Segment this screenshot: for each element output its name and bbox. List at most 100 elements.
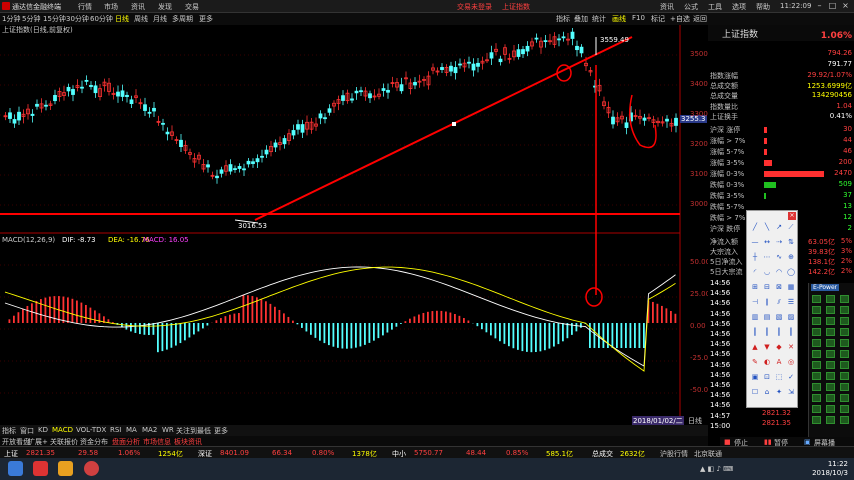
draw-tool-icon[interactable]: ⊟ [762,283,772,292]
epower-tool-icon[interactable] [826,350,835,358]
tab-rsi[interactable]: RSI [110,426,121,434]
epower-tool-icon[interactable] [812,328,821,336]
tool-f10[interactable]: F10 [632,14,645,22]
draw-tool-icon[interactable]: ┃ [774,328,784,337]
draw-tool-icon[interactable]: ↔ [762,238,772,247]
epower-tool-icon[interactable] [840,405,849,413]
epower-tool-icon[interactable] [826,328,835,336]
epower-tool-icon[interactable] [826,295,835,303]
epower-tool-icon[interactable] [812,416,821,424]
draw-tool-icon[interactable]: ∿ [774,253,784,262]
epower-tool-icon[interactable] [812,339,821,347]
draw-tool-icon[interactable]: ┃ [762,328,772,337]
draw-tool-icon[interactable]: ◡ [762,268,772,277]
epower-tool-icon[interactable] [840,339,849,347]
draw-tool-icon[interactable]: ✎ [750,358,760,367]
draw-tool-icon[interactable]: ☰ [786,298,796,307]
epower-tool-icon[interactable] [826,372,835,380]
draw-tool-icon[interactable]: ◜ [750,268,760,277]
tab-indicator[interactable]: 指标 [2,426,16,436]
tab-ma[interactable]: MA [126,426,137,434]
epower-tool-icon[interactable] [812,372,821,380]
period-15min[interactable]: 15分钟 [43,14,66,24]
draw-tool-icon[interactable]: ▧ [774,313,784,322]
draw-tool-icon[interactable]: ⬚ [774,373,784,382]
menu-shichang[interactable]: 市场 [104,2,118,12]
draw-tool-icon[interactable]: ┼ [750,253,760,262]
epower-tool-icon[interactable] [812,295,821,303]
tool-indicator[interactable]: 指标 [556,14,570,24]
epower-tool-icon[interactable] [840,383,849,391]
epower-tool-icon[interactable] [840,317,849,325]
draw-tool-icon[interactable]: ∥ [762,298,772,307]
epower-tool-icon[interactable] [826,361,835,369]
menu-xuanxiang[interactable]: 选项 [732,2,746,12]
draw-tool-icon[interactable]: ▼ [762,343,772,352]
draw-tool-icon[interactable]: ◆ [774,343,784,352]
draw-tool-icon[interactable]: ╲ [762,223,772,232]
draw-tool-icon[interactable]: ◯ [786,268,796,277]
epower-tool-icon[interactable] [812,405,821,413]
chrome-icon[interactable] [84,461,99,476]
period-30min[interactable]: 30分钟 [66,14,89,24]
draw-tool-icon[interactable]: ◐ [762,358,772,367]
tool-back[interactable]: 返回 [693,14,707,24]
kline-chart[interactable] [0,25,708,425]
draw-tool-icon[interactable]: A [774,358,784,367]
draw-tool-icon[interactable]: ⇲ [786,388,796,397]
draw-tool-icon[interactable]: ⊞ [750,283,760,292]
period-5min[interactable]: 5分钟 [22,14,40,24]
draw-tool-icon[interactable]: ◎ [786,358,796,367]
draw-tool-icon[interactable]: ✦ [774,388,784,397]
screen-icon[interactable]: ▣ [804,438,811,446]
stop-icon[interactable]: ■ [724,438,731,446]
trend-line-handle[interactable] [452,122,456,126]
tab-vol-tdx[interactable]: VOL-TDX [76,426,106,434]
epower-tool-icon[interactable] [840,295,849,303]
menu-bangzhu[interactable]: 帮助 [756,2,770,12]
draw-tool-icon[interactable]: ▣ [750,373,760,382]
menu-hangqing[interactable]: 行情 [78,2,92,12]
epower-tool-icon[interactable] [840,361,849,369]
epower-tool-icon[interactable] [840,416,849,424]
period-1min[interactable]: 1分钟 [2,14,20,24]
draw-tool-icon[interactable]: ✕ [786,343,796,352]
draw-tool-icon[interactable]: ⋯ [762,253,772,262]
epower-tool-icon[interactable] [826,306,835,314]
draw-tool-icon[interactable]: ▲ [750,343,760,352]
close-icon[interactable]: × [840,1,851,11]
draw-tool-icon[interactable]: ◠ [774,268,784,277]
epower-tool-icon[interactable] [812,306,821,314]
period-monthly[interactable]: 月线 [153,14,167,24]
tool-stats[interactable]: 统计 [592,14,606,24]
epower-tool-icon[interactable] [812,361,821,369]
draw-tool-icon[interactable]: ⫽ [774,298,784,307]
draw-tool-icon[interactable]: ☐ [750,388,760,397]
epower-tool-icon[interactable] [812,317,821,325]
epower-tool-icon[interactable] [840,372,849,380]
epower-tool-icon[interactable] [840,394,849,402]
tool-overlay[interactable]: 叠加 [574,14,588,24]
tab-macd[interactable]: MACD [52,426,73,434]
draw-tool-icon[interactable]: ⊠ [774,283,784,292]
pause-icon[interactable]: ▮▮ [764,438,772,446]
epower-tool-icon[interactable] [840,350,849,358]
maximize-icon[interactable]: □ [827,1,838,11]
tab-window[interactable]: 窗口 [20,426,34,436]
tab-follow-low[interactable]: 关注到最低 [176,426,211,436]
app-taskbar-icon[interactable] [33,461,48,476]
draw-tool-icon[interactable]: ▨ [786,313,796,322]
draw-tool-icon[interactable]: ⊡ [762,373,772,382]
epower-tool-icon[interactable] [826,416,835,424]
epower-tool-icon[interactable] [826,339,835,347]
menu-jiaoyi[interactable]: 交易 [185,2,199,12]
epower-tool-icon[interactable] [826,383,835,391]
tab-kd[interactable]: KD [38,426,48,434]
period-multi[interactable]: 多周期 [172,14,193,24]
draw-tool-icon[interactable]: ╱ [750,223,760,232]
epower-tool-icon[interactable] [826,394,835,402]
tab-ma2[interactable]: MA2 [142,426,157,434]
start-icon[interactable] [8,461,23,476]
draw-tool-icon[interactable]: ↗ [774,223,784,232]
draw-tool-icon[interactable]: ⇅ [786,238,796,247]
